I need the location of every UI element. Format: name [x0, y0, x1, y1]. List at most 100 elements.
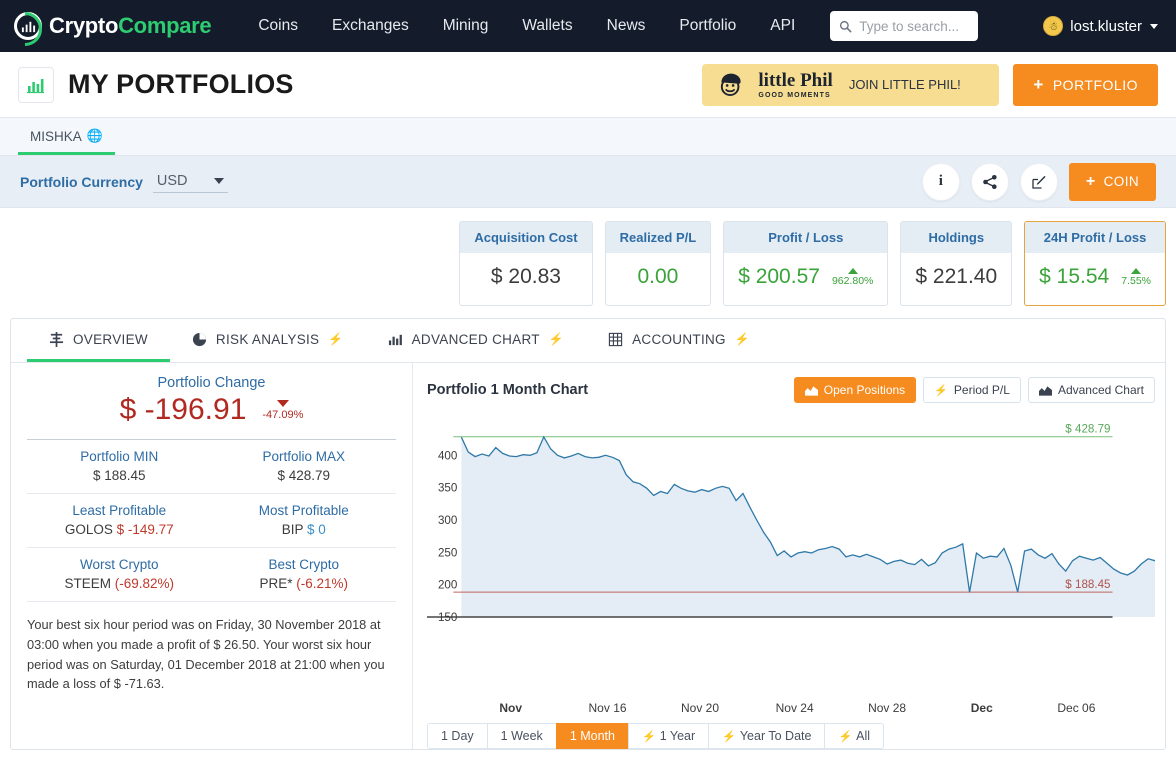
portfolio-change-label: Portfolio Change: [157, 375, 266, 391]
tab-advanced-chart[interactable]: ADVANCED CHART ⚡: [366, 319, 586, 362]
stat-pair-crypto: Worst Crypto STEEM (-69.82%) Best Crypto…: [27, 548, 396, 601]
range-all[interactable]: ⚡ All: [824, 723, 885, 749]
pair-value: PRE* (-6.21%): [212, 576, 397, 591]
pair-label: Worst Crypto: [79, 557, 159, 572]
add-coin-button[interactable]: + COIN: [1068, 162, 1156, 201]
currency-bar-actions: i + COIN: [921, 162, 1156, 201]
period-summary-text: Your best six hour period was on Friday,…: [27, 617, 385, 692]
share-button[interactable]: [970, 162, 1009, 201]
best-crypto: Best Crypto PRE* (-6.21%): [212, 548, 397, 601]
pie-chart-icon: [192, 332, 206, 346]
stat-value: $ 200.57: [738, 265, 820, 288]
pair-label: Portfolio MAX: [262, 449, 346, 464]
chart-max-label: $ 428.79: [1065, 424, 1110, 436]
range-1-year[interactable]: ⚡ 1 Year: [627, 723, 710, 749]
stat-change: 7.55%: [1121, 267, 1151, 287]
range-1-month[interactable]: 1 Month: [555, 723, 629, 749]
overview-icon: [49, 331, 64, 347]
y-tick: 350: [438, 483, 457, 495]
portfolio-max: Portfolio MAX $ 428.79: [212, 440, 397, 493]
range-label: All: [856, 729, 871, 743]
stat-value: $ 15.54: [1039, 265, 1110, 288]
range-1-week[interactable]: 1 Week: [486, 723, 557, 749]
chart-header: Portfolio 1 Month Chart Open Positions ⚡…: [427, 377, 1155, 403]
tab-overview[interactable]: OVERVIEW: [27, 319, 170, 362]
promo-cta[interactable]: JOIN LITTLE PHIL!: [849, 77, 961, 92]
stat-body: $ 221.40: [901, 253, 1011, 305]
chart-mode-advanced-chart[interactable]: Advanced Chart: [1027, 377, 1155, 403]
pair-value: $ 428.79: [277, 468, 331, 483]
promo-banner[interactable]: little Phil GOOD MOMENTS JOIN LITTLE PHI…: [702, 63, 1000, 106]
x-tick: Nov 20: [680, 701, 720, 715]
pair-value: STEEM (-69.82%): [27, 576, 212, 591]
triangle-up-icon: [1131, 267, 1142, 274]
panel-body: Portfolio Change $ -196.91 -47.09% Portf…: [11, 363, 1165, 749]
globe-icon: 🌐: [86, 128, 103, 143]
plus-icon: +: [1085, 172, 1096, 190]
chevron-down-icon: [213, 177, 224, 184]
chart-mode-buttons: Open Positions ⚡ Period P/L Advanced Cha…: [793, 377, 1155, 403]
edit-button[interactable]: [1019, 162, 1058, 201]
promo-brand-name: little Phil: [758, 69, 833, 91]
brand-part-2: Compare: [118, 13, 212, 38]
triangle-down-icon: [276, 399, 289, 407]
stat-body: $ 200.57 962.80%: [724, 253, 887, 305]
add-portfolio-label: PORTFOLIO: [1052, 76, 1138, 93]
view-tab-strip: OVERVIEW RISK ANALYSIS ⚡ ADVANCED CHART …: [11, 319, 1165, 363]
chart-mode-open-positions[interactable]: Open Positions: [793, 377, 917, 403]
y-tick: 250: [438, 547, 457, 559]
coin-symbol: PRE*: [259, 576, 293, 591]
stat-pair-min-max: Portfolio MIN $ 188.45 Portfolio MAX $ 4…: [27, 440, 396, 493]
currency-select[interactable]: USD: [152, 171, 228, 193]
nav-link-api[interactable]: API: [753, 9, 812, 43]
stat-change: 962.80%: [832, 267, 873, 287]
search-input[interactable]: [859, 18, 970, 34]
pair-label: Most Profitable: [258, 503, 349, 518]
range-year-to-date[interactable]: ⚡ Year To Date: [708, 723, 826, 749]
nav-link-exchanges[interactable]: Exchanges: [315, 9, 426, 43]
portfolio-chart[interactable]: 150 200 250 300 350 400 $ 428.79 $ 188.45: [427, 413, 1155, 699]
x-tick: Dec 06: [1057, 701, 1096, 715]
chart-mode-label: Period P/L: [953, 383, 1010, 397]
y-tick: 150: [438, 612, 457, 624]
chart-logo-icon: [14, 12, 42, 40]
range-label: 1 Month: [569, 729, 615, 743]
stat-body: $ 20.83: [460, 253, 591, 305]
nav-link-mining[interactable]: Mining: [426, 9, 506, 43]
pair-value: GOLOS $ -149.77: [27, 522, 212, 537]
y-tick: 200: [438, 580, 457, 592]
tab-label: ADVANCED CHART: [411, 331, 540, 347]
tab-label: ACCOUNTING: [632, 331, 726, 347]
chart-range-buttons: 1 Day 1 Week 1 Month ⚡ 1 Year ⚡ Year To Da…: [427, 723, 1155, 749]
brand-logo[interactable]: CryptoCompare: [14, 12, 212, 40]
little-phil-face-icon: [721, 73, 742, 96]
portfolio-currency-label: Portfolio Currency: [20, 173, 143, 190]
chart-title: Portfolio 1 Month Chart: [427, 382, 589, 398]
range-1-day[interactable]: 1 Day: [427, 723, 488, 749]
nav-link-news[interactable]: News: [590, 9, 663, 43]
chevron-down-icon: [1150, 23, 1158, 29]
x-tick: Nov: [499, 701, 523, 715]
tab-risk-analysis[interactable]: RISK ANALYSIS ⚡: [170, 319, 366, 362]
portfolio-tab-mishka[interactable]: MISHKA 🌐: [18, 128, 115, 155]
search-box[interactable]: [830, 11, 979, 41]
stat-card-realized-pl: Realized P/L 0.00: [604, 220, 712, 306]
table-icon: [608, 332, 623, 346]
nav-link-wallets[interactable]: Wallets: [505, 9, 589, 43]
portfolio-min: Portfolio MIN $ 188.45: [27, 440, 212, 493]
stats-row: Acquisition Cost $ 20.83 Realized P/L 0.…: [0, 208, 1176, 318]
primary-nav: Coins Exchanges Mining Wallets News Port…: [241, 9, 812, 43]
stat-value: $ 221.40: [915, 265, 998, 288]
add-portfolio-button[interactable]: + PORTFOLIO: [1013, 63, 1158, 106]
user-menu[interactable]: ☃ lost.kluster: [1043, 16, 1162, 36]
stat-value: 0.00: [637, 265, 679, 288]
nav-link-coins[interactable]: Coins: [241, 9, 315, 43]
coin-symbol: BIP: [281, 522, 304, 537]
tab-accounting[interactable]: ACCOUNTING ⚡: [586, 319, 772, 362]
bar-chart-icon: [18, 66, 54, 103]
chart-mode-period-pl[interactable]: ⚡ Period P/L: [923, 377, 1021, 403]
chart-x-axis: Nov Nov 16 Nov 20 Nov 24 Nov 28 Dec Dec …: [427, 701, 1155, 719]
coin-percent: (-6.21%): [296, 576, 349, 591]
nav-link-portfolio[interactable]: Portfolio: [662, 9, 753, 43]
info-button[interactable]: i: [921, 162, 960, 201]
